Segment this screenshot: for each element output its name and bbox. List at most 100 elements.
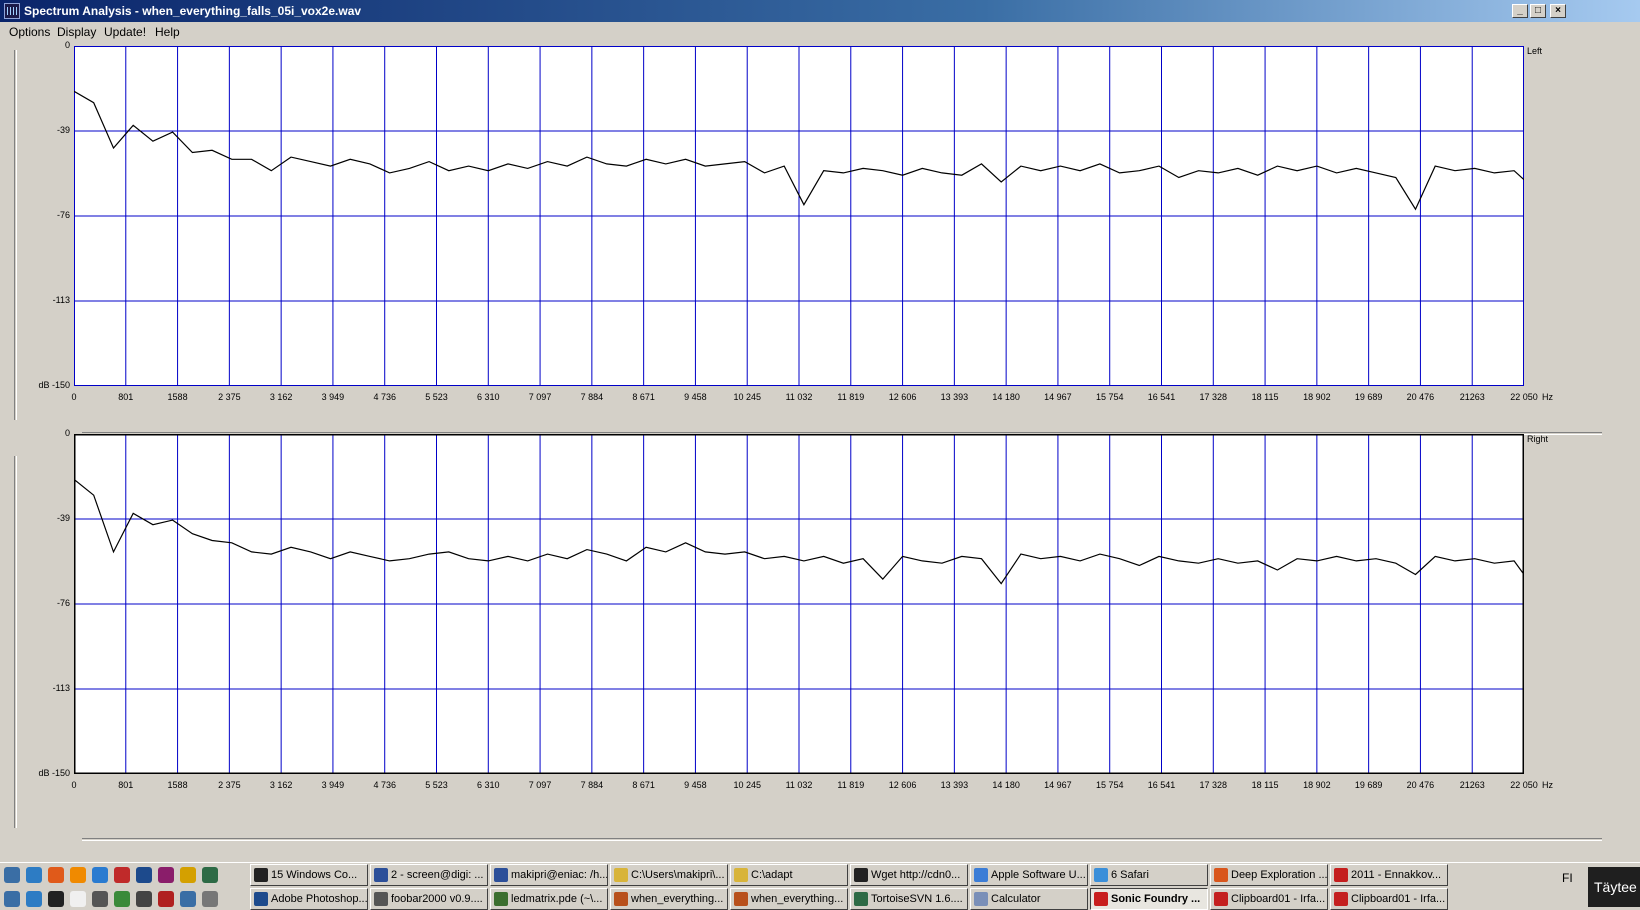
taskbar-button-label: Deep Exploration ... (1231, 869, 1328, 881)
y-tick-label: -113 (52, 683, 70, 693)
console-icon (254, 868, 268, 882)
taskbar-button[interactable]: 15 Windows Co... (250, 864, 368, 886)
x-tick-label: 0 (71, 780, 77, 790)
show-desktop-icon[interactable] (4, 867, 20, 883)
media-icon[interactable] (48, 867, 64, 883)
explorer-icon[interactable] (26, 867, 42, 883)
x-unit-label: Hz (1542, 392, 1553, 402)
x-tick-label: 19 689 (1354, 780, 1383, 790)
right-spectrum-plot[interactable] (74, 434, 1524, 774)
taskbar-button[interactable]: ledmatrix.pde (~\... (490, 888, 608, 910)
menu-display[interactable]: Display (57, 25, 96, 39)
tray-clock[interactable]: Täytee (1588, 867, 1640, 907)
x-tick-label: 22 050 (1510, 780, 1538, 790)
taskbar-button[interactable]: Clipboard01 - Irfa... (1210, 888, 1328, 910)
x-tick-label: 16 541 (1147, 780, 1176, 790)
document-icon[interactable] (70, 891, 86, 907)
x-tick-label: 11 819 (837, 780, 865, 790)
taskbar-button-label: Clipboard01 - Irfa... (1351, 893, 1446, 905)
taskbar-button[interactable]: makipri@eniac: /h... (490, 864, 608, 886)
y-tick-label: dB -150 (38, 768, 70, 778)
taskbar-button[interactable]: Apple Software U... (970, 864, 1088, 886)
safari-icon (1094, 868, 1108, 882)
maximize-button[interactable]: □ (1530, 4, 1546, 18)
x-tick-label: 2 375 (218, 780, 241, 790)
firefox-icon[interactable] (70, 867, 86, 883)
taskbar-button[interactable]: Clipboard01 - Irfa... (1330, 888, 1448, 910)
taskbar-button[interactable]: 6 Safari (1090, 864, 1208, 886)
taskbar-button[interactable]: when_everything... (610, 888, 728, 910)
channel-label: Right (1527, 434, 1549, 444)
taskbar-button-label: TortoiseSVN 1.6.... (871, 893, 963, 905)
x-tick-label: 3 949 (321, 780, 345, 790)
title-bar[interactable]: Spectrum Analysis - when_everything_fall… (0, 0, 1640, 22)
taskbar-button[interactable]: Sonic Foundry ... (1090, 888, 1208, 910)
left-channel-splitter[interactable] (14, 50, 17, 420)
irfanview-icon (1334, 892, 1348, 906)
photoshop-icon[interactable] (136, 867, 152, 883)
y-tick-label: -76 (56, 210, 70, 220)
y-tick-label: 0 (64, 40, 70, 50)
x-tick-label: 4 736 (373, 780, 396, 790)
x-tick-label: 7 884 (580, 392, 604, 402)
taskbar-button-label: 2 - screen@digi: ... (391, 869, 484, 881)
taskbar-button[interactable]: Deep Exploration ... (1210, 864, 1328, 886)
x-tick-label: 14 967 (1044, 780, 1072, 790)
taskbar-button-label: 2011 - Ennakkov... (1351, 869, 1442, 881)
deep-exploration-icon (1214, 868, 1228, 882)
taskbar-button-label: Apple Software U... (991, 869, 1086, 881)
tools-icon[interactable] (158, 891, 174, 907)
x-tick-label: 4 736 (373, 392, 396, 402)
network-icon[interactable] (202, 891, 218, 907)
illustrator-icon[interactable] (180, 867, 196, 883)
taskbar-button-label: when_everything... (631, 893, 724, 905)
language-indicator[interactable]: FI (1562, 871, 1573, 885)
x-tick-label: 15 754 (1095, 392, 1124, 402)
menu-update[interactable]: Update! (104, 25, 146, 39)
x-tick-label: 11 032 (785, 392, 813, 402)
taskbar-button[interactable]: Wget http://cdn0... (850, 864, 968, 886)
taskbar-button[interactable]: 2 - screen@digi: ... (370, 864, 488, 886)
spectrum-app-icon (4, 3, 20, 19)
settings-icon[interactable] (180, 891, 196, 907)
taskbar-button[interactable]: when_everything... (730, 888, 848, 910)
ie-icon[interactable] (92, 867, 108, 883)
x-tick-label: 3 162 (269, 392, 293, 402)
windows-icon[interactable] (4, 891, 20, 907)
x-tick-label: 14 180 (992, 780, 1020, 790)
x-tick-label: 14 180 (992, 392, 1020, 402)
taskbar-button[interactable]: C:\adapt (730, 864, 848, 886)
x-tick-label: 13 393 (940, 780, 969, 790)
taskbar-button-label: ledmatrix.pde (~\... (511, 893, 603, 905)
globe-icon[interactable] (114, 891, 130, 907)
x-tick-label: 1588 (167, 392, 188, 402)
console-icon (854, 868, 868, 882)
x-tick-label: 7 097 (528, 780, 552, 790)
taskbar-button[interactable]: Adobe Photoshop... (250, 888, 368, 910)
x-tick-label: 6 310 (477, 392, 500, 402)
taskbar-button[interactable]: C:\Users\makipri\... (610, 864, 728, 886)
filezilla-icon[interactable] (114, 867, 130, 883)
taskbar-button-label: Adobe Photoshop... (271, 893, 368, 905)
x-tick-label: 3 162 (269, 780, 293, 790)
safari-icon[interactable] (26, 891, 42, 907)
circle-icon[interactable] (48, 891, 64, 907)
right-channel-scrollbar[interactable] (82, 838, 1602, 841)
x-tick-label: 9 458 (684, 392, 707, 402)
menu-options[interactable]: Options (9, 25, 50, 39)
close-button[interactable]: × (1550, 4, 1566, 18)
x-tick-label: 2 375 (218, 392, 241, 402)
taskbar-button[interactable]: foobar2000 v0.9.... (370, 888, 488, 910)
menu-help[interactable]: Help (155, 25, 180, 39)
taskbar-button[interactable]: TortoiseSVN 1.6.... (850, 888, 968, 910)
minimize-button[interactable]: _ (1512, 4, 1528, 18)
taskbar-button[interactable]: 2011 - Ennakkov... (1330, 864, 1448, 886)
taskbar-button[interactable]: Calculator (970, 888, 1088, 910)
x-tick-label: 8 671 (632, 392, 655, 402)
indesign-icon[interactable] (158, 867, 174, 883)
camera-icon[interactable] (136, 891, 152, 907)
dreamweaver-icon[interactable] (202, 867, 218, 883)
taskbar-button-label: 6 Safari (1111, 869, 1149, 881)
console-icon[interactable] (92, 891, 108, 907)
left-spectrum-plot[interactable] (74, 46, 1524, 386)
